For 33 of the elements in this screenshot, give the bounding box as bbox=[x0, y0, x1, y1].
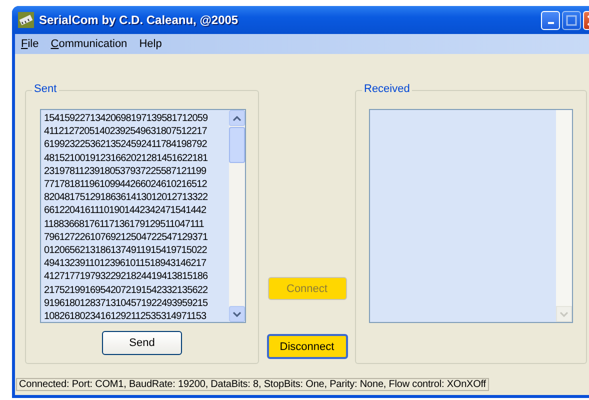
data-line: 10826180234161292112535314971153 bbox=[44, 310, 208, 324]
scrollbar-thumb[interactable] bbox=[229, 127, 245, 163]
menu-item[interactable]: Communication bbox=[46, 38, 132, 50]
chip-icon bbox=[18, 12, 34, 28]
send-button[interactable]: Send bbox=[102, 331, 182, 355]
minimize-button[interactable] bbox=[541, 10, 560, 30]
minimize-icon bbox=[548, 22, 554, 24]
data-line: 11883668176117136179129511047111 bbox=[44, 218, 205, 231]
data-line: 49413239110123961011518943146217 bbox=[44, 257, 208, 270]
sent-text-area[interactable] bbox=[40, 109, 246, 323]
data-line: 21752199169542072191542332135622 bbox=[44, 284, 209, 297]
menu-item[interactable]: File bbox=[17, 38, 43, 50]
data-line: 41271771979322921824419413815186 bbox=[44, 270, 209, 284]
scrollbar[interactable] bbox=[229, 110, 245, 322]
menu-item[interactable]: Help bbox=[135, 38, 166, 50]
group-label: Received bbox=[362, 83, 412, 95]
disconnect-button[interactable]: Disconnect bbox=[266, 334, 348, 359]
data-line: 01206562131861374911915419715022 bbox=[44, 244, 208, 258]
data-line: 61992322536213524592411784198792 bbox=[44, 138, 208, 152]
data-line: 91961801283713104571922493959215 bbox=[44, 296, 209, 310]
maximize-button[interactable] bbox=[562, 10, 581, 30]
data-line: 23197811239180537937225587121199 bbox=[44, 164, 208, 178]
data-line: 66122041611101901442342471541442 bbox=[44, 204, 208, 218]
group-label: Sent bbox=[32, 83, 59, 95]
window-title: SerialCom by C.D. Caleanu, @2005 bbox=[39, 13, 238, 27]
data-line: 15415922713420698197139581712059 bbox=[44, 112, 209, 126]
data-line: 82048175129186361413012012713322 bbox=[44, 191, 209, 204]
data-line: 48152100191231662021281451622181 bbox=[44, 152, 209, 165]
data-line: 41121272051402392549631807512217 bbox=[44, 125, 208, 138]
data-line: 77178181196109944266024610216512 bbox=[44, 178, 208, 192]
data-line: 79612722610769212504722547129371 bbox=[44, 230, 209, 244]
maximize-icon bbox=[566, 14, 577, 26]
status-text: Connected: Port: COM1, BaudRate: 19200, DataBits: 8, StopBits: One, Parity: None, Flow control: XOnXOff bbox=[16, 378, 489, 390]
